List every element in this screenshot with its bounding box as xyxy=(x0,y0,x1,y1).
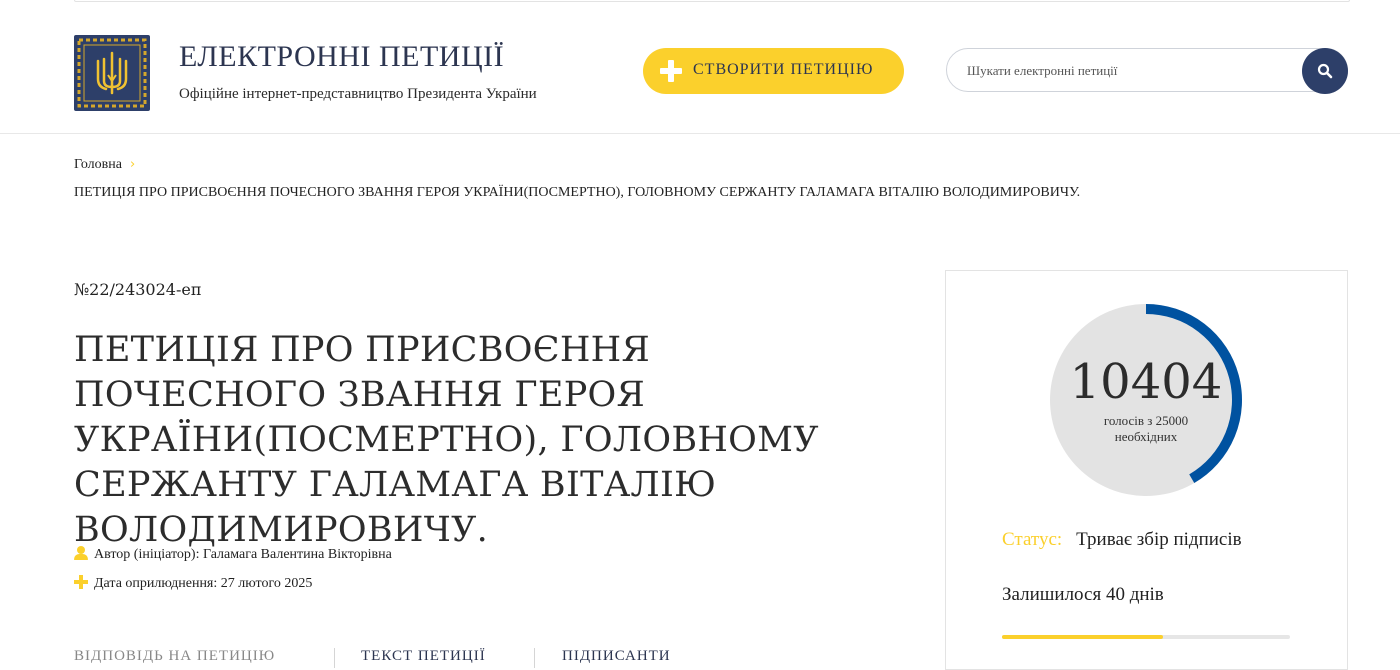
remaining-progress-fill xyxy=(1002,635,1164,639)
tab-signers[interactable]: ПІДПИСАНТИ xyxy=(562,648,671,665)
votes-needed: голосів з 25000 необхідних xyxy=(1048,413,1244,445)
user-icon xyxy=(74,546,88,560)
petition-author: Автор (ініціатор): Галамага Валентина Ві… xyxy=(74,546,392,563)
status-line: Статус: Триває збір підписів xyxy=(1002,529,1242,551)
petition-number: №22/243024-еп xyxy=(74,280,202,299)
search-input[interactable] xyxy=(965,60,1289,82)
votes-needed-line1: голосів з 25000 xyxy=(1103,413,1189,428)
petition-date: Дата оприлюднення: 27 лютого 2025 xyxy=(74,575,312,592)
breadcrumb-current: ПЕТИЦІЯ ПРО ПРИСВОЄННЯ ПОЧЕСНОГО ЗВАННЯ … xyxy=(74,185,1081,200)
tab-divider xyxy=(534,648,535,668)
create-petition-label: СТВОРИТИ ПЕТИЦІЮ xyxy=(693,61,874,78)
tab-answer[interactable]: ВІДПОВІДЬ НА ПЕТИЦІЮ xyxy=(74,648,275,665)
plus-icon xyxy=(74,575,88,589)
trident-logo[interactable] xyxy=(74,35,150,111)
remaining-days: Залишилося 40 днів xyxy=(1002,584,1164,605)
date-text: Дата оприлюднення: 27 лютого 2025 xyxy=(94,576,313,591)
tab-divider xyxy=(334,648,335,668)
search-button[interactable] xyxy=(1302,48,1348,94)
site-subtitle: Офіційне інтернет-представництво Президе… xyxy=(179,86,537,102)
author-text: Автор (ініціатор): Галамага Валентина Ві… xyxy=(94,547,392,562)
search-icon xyxy=(1317,63,1333,79)
remaining-progress-bar xyxy=(1002,635,1290,639)
tab-text[interactable]: ТЕКСТ ПЕТИЦІЇ xyxy=(361,648,486,665)
breadcrumb-home-link[interactable]: Головна xyxy=(74,157,122,172)
chevron-right-icon: › xyxy=(129,157,136,172)
create-petition-button[interactable]: СТВОРИТИ ПЕТИЦІЮ xyxy=(643,48,904,94)
status-label: Статус: xyxy=(1002,529,1063,550)
petition-title: ПЕТИЦІЯ ПРО ПРИСВОЄННЯ ПОЧЕСНОГО ЗВАННЯ … xyxy=(74,330,819,550)
breadcrumb: Головна › xyxy=(74,157,135,173)
petition-tabs: ВІДПОВІДЬ НА ПЕТИЦІЮ ТЕКСТ ПЕТИЦІЇ ПІДПИ… xyxy=(74,648,874,668)
votes-needed-line2: необхідних xyxy=(1114,429,1178,444)
site-header: ЕЛЕКТРОННІ ПЕТИЦІЇ Офіційне інтернет-пре… xyxy=(0,0,1400,134)
search-box xyxy=(946,48,1348,92)
site-title[interactable]: ЕЛЕКТРОННІ ПЕТИЦІЇ xyxy=(179,40,504,74)
status-value: Триває збір підписів xyxy=(1076,529,1242,550)
plus-icon xyxy=(660,60,682,82)
votes-count: 10404 xyxy=(1069,354,1223,410)
